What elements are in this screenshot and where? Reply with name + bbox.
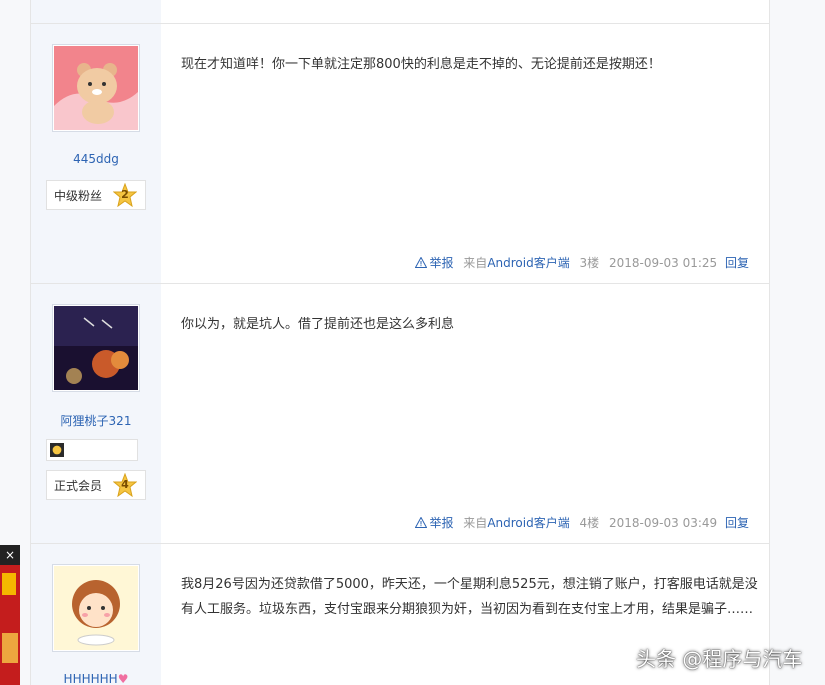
post-meta: 举报 来自Android客户端 3楼 2018-09-03 01:25 回复 (409, 254, 749, 271)
medal-strip (46, 439, 138, 461)
side-ad-banner[interactable] (0, 545, 20, 685)
member-level-badge[interactable]: 中级粉丝 2 (46, 180, 146, 210)
level-number: 2 (121, 188, 129, 201)
username-text: HHHHHH (63, 672, 118, 685)
report-link[interactable]: 举报 (415, 516, 453, 530)
watermark: 头条 @程序与汽车 (636, 647, 803, 671)
source-prefix: 来自 (463, 256, 488, 270)
floor-number: 4楼 (579, 516, 600, 530)
post-meta: 举报 来自Android客户端 4楼 2018-09-03 03:49 回复 (409, 514, 749, 531)
post-floor-3: 445ddg 中级粉丝 2 现在才知道咩！你一下单就注定那800快的利息是走不掉… (31, 23, 769, 284)
post-time: 2018-09-03 01:25 (609, 256, 718, 270)
post-sidebar: HHHHHH♥ (31, 544, 161, 685)
avatar[interactable] (52, 44, 140, 132)
post-source: 来自Android客户端 (463, 256, 569, 270)
post-sidebar (31, 0, 161, 23)
warning-icon (415, 517, 428, 528)
reply-link[interactable]: 回复 (725, 256, 749, 270)
report-label: 举报 (429, 516, 454, 530)
avatar[interactable] (52, 304, 140, 392)
thread-container: 445ddg 中级粉丝 2 现在才知道咩！你一下单就注定那800快的利息是走不掉… (30, 0, 770, 685)
post-time: 2018-09-03 03:49 (609, 516, 718, 530)
post-floor-4: 阿狸桃子321 正式会员 4 你以为，就是坑人。借了提前还也是这么多利息 举报 … (31, 283, 769, 544)
post-source: 来自Android客户端 (463, 516, 569, 530)
ad-close-button[interactable]: × (0, 545, 20, 565)
report-link[interactable]: 举报 (415, 256, 453, 270)
report-label: 举报 (429, 256, 454, 270)
page: 445ddg 中级粉丝 2 现在才知道咩！你一下单就注定那800快的利息是走不掉… (0, 0, 825, 685)
post-sidebar: 阿狸桃子321 正式会员 4 (31, 284, 161, 544)
warning-icon (415, 257, 428, 268)
reply-link[interactable]: 回复 (725, 516, 749, 530)
username[interactable]: 445ddg (31, 152, 161, 166)
username[interactable]: 阿狸桃子321 (31, 412, 161, 429)
post-content: 你以为，就是坑人。借了提前还也是这么多利息 (181, 317, 455, 332)
previous-post-remnant (31, 0, 769, 23)
source-prefix: 来自 (463, 516, 488, 530)
avatar[interactable] (52, 564, 140, 652)
member-level-badge[interactable]: 正式会员 4 (46, 470, 146, 500)
source-client-link[interactable]: Android客户端 (487, 256, 569, 270)
floor-number: 3楼 (579, 256, 600, 270)
level-title: 中级粉丝 (54, 189, 103, 203)
post-sidebar: 445ddg 中级粉丝 2 (31, 24, 161, 284)
post-content: 我8月26号因为还贷款借了5000，昨天还，一个星期利息525元，想注销了账户，… (181, 577, 758, 617)
level-star-icon: 4 (112, 472, 138, 498)
level-title: 正式会员 (54, 479, 103, 493)
level-star-icon: 2 (112, 182, 138, 208)
post-content: 现在才知道咩！你一下单就注定那800快的利息是走不掉的、无论提前还是按期还！ (181, 57, 661, 72)
source-client-link[interactable]: Android客户端 (487, 516, 569, 530)
sun-medal-icon (50, 443, 64, 457)
level-number: 4 (121, 478, 129, 491)
heart-icon: ♥ (117, 672, 129, 685)
username[interactable]: HHHHHH♥ (31, 672, 161, 685)
